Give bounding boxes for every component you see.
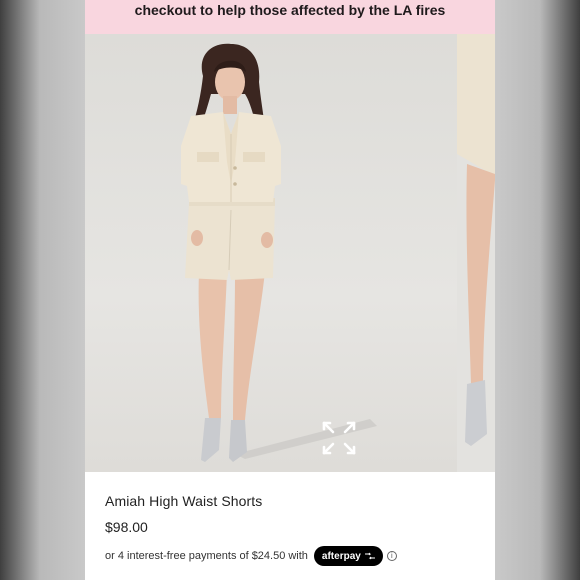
promo-banner: checkout to help those affected by the L… [85,0,495,34]
afterpay-badge[interactable]: afterpay [313,546,383,566]
product-details: Amiah High Waist Shorts $98.00 or 4 inte… [85,472,495,580]
afterpay-badge-label: afterpay [321,550,361,562]
product-next-image[interactable] [457,34,495,472]
product-title: Amiah High Waist Shorts [105,493,263,509]
installments-prefix: or 4 interest-free payments of [105,550,249,562]
info-icon[interactable]: i [386,551,397,561]
installments-suffix: with [288,550,308,562]
product-image-gallery[interactable] [85,34,495,472]
afterpay-arrows-icon [364,552,375,560]
partial-cream-shorts [457,34,495,176]
product-price: $98.00 [105,519,148,535]
installment-amount: $24.50 [251,550,286,562]
model-left-leg [198,272,227,418]
promo-banner-text: checkout to help those affected by the L… [134,2,446,18]
product-main-image[interactable] [85,34,457,472]
partial-leg [466,164,495,384]
model-left-shoe [201,418,221,462]
product-page-frame: checkout to help those affected by the L… [85,0,495,580]
expand-image-button[interactable] [319,418,359,458]
partial-shoe [465,380,487,446]
afterpay-installments: or 4 interest-free payments of $24.50 wi… [105,546,397,566]
expand-arrows-icon [322,421,356,455]
model-right-leg [233,272,265,420]
